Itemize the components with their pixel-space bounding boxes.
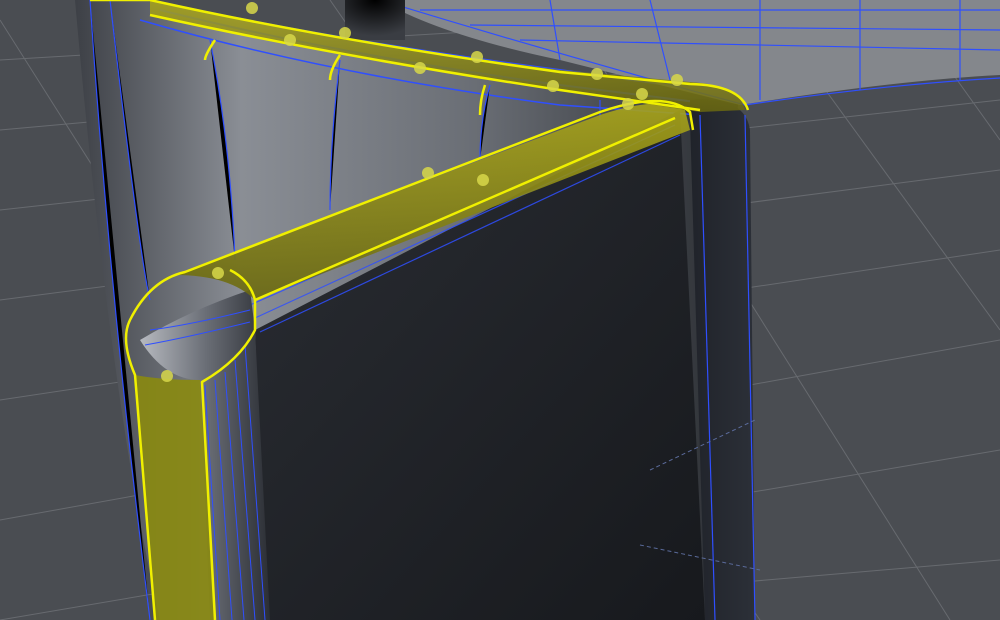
viewport-canvas[interactable] <box>0 0 1000 620</box>
3d-viewport[interactable] <box>0 0 1000 620</box>
